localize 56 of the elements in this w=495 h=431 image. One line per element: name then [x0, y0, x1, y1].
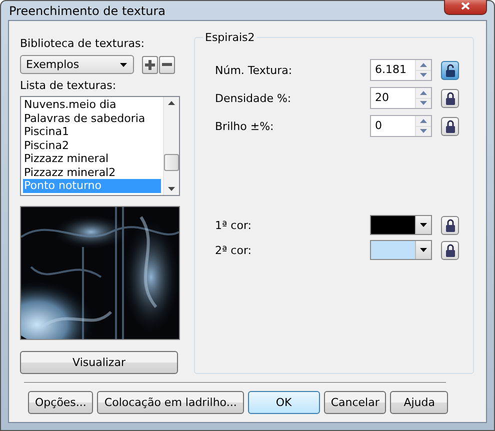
lock-button[interactable]	[441, 88, 459, 108]
lock-button[interactable]	[441, 60, 459, 80]
padlock-icon	[444, 120, 456, 132]
texture-list-item[interactable]: Piscina2	[23, 138, 161, 152]
number-spinner[interactable]: 0	[370, 115, 432, 137]
scroll-down-icon	[168, 187, 175, 191]
library-dropdown[interactable]: Exemplos	[20, 55, 134, 74]
add-button[interactable]	[142, 56, 158, 74]
texture-list-item[interactable]: Nuvens.meio dia	[23, 98, 161, 112]
color-picker[interactable]	[370, 215, 432, 235]
caret-icon	[120, 62, 127, 66]
color-picker[interactable]	[370, 240, 432, 260]
dialog-button[interactable]: Opções...	[28, 391, 94, 414]
spin-up-icon	[420, 90, 427, 95]
lock-button[interactable]	[441, 116, 459, 136]
dialog-button[interactable]: Ajuda	[390, 391, 448, 414]
preview-button[interactable]: Visualizar	[20, 351, 178, 374]
field-label: Brilho ±%:	[215, 120, 275, 132]
texture-list-label: Lista de texturas:	[20, 79, 118, 93]
caret-icon	[420, 248, 427, 252]
library-label: Biblioteca de texturas:	[20, 37, 146, 51]
minus-icon	[162, 63, 172, 66]
scroll-up-icon	[168, 101, 175, 105]
plus-icon	[145, 60, 155, 70]
dialog-button[interactable]: Colocação em ladrilho...	[97, 391, 244, 414]
close-button[interactable]	[444, 0, 487, 15]
field-label: Núm. Textura:	[215, 64, 294, 76]
window-title: Preenchimento de textura	[8, 4, 166, 18]
group-title: Espirais2	[204, 31, 256, 44]
padlock-icon	[444, 92, 456, 104]
padlock-icon	[444, 244, 456, 256]
dialog-button[interactable]: OK	[248, 391, 320, 414]
field-label: Densidade %:	[215, 92, 292, 104]
scrollbar[interactable]	[163, 97, 179, 195]
caret-icon	[420, 223, 427, 227]
number-spinner[interactable]: 6.181	[370, 59, 432, 81]
texture-list-item[interactable]: Palavras de sabedoria	[23, 112, 161, 125]
close-icon	[461, 2, 470, 10]
texture-list-item[interactable]: Pizzazz mineral	[23, 152, 161, 166]
padlock-icon	[444, 218, 456, 232]
number-spinner[interactable]: 20	[370, 87, 432, 109]
spin-up-icon	[420, 118, 427, 123]
spin-down-icon	[420, 101, 427, 106]
scroll-thumb[interactable]	[164, 154, 179, 171]
spin-down-icon	[420, 73, 427, 78]
dialog-button[interactable]: Cancelar	[324, 391, 386, 414]
lock-button[interactable]	[441, 216, 459, 234]
spin-down-icon	[420, 129, 427, 134]
spin-up-icon	[420, 62, 427, 67]
color-label: 1ª cor:	[215, 218, 252, 232]
color-label: 2ª cor:	[215, 244, 252, 256]
texture-list-item[interactable]: Pizzazz mineral2	[23, 166, 161, 179]
padlock-icon	[444, 64, 456, 76]
remove-button[interactable]	[159, 56, 175, 74]
texture-list-item[interactable]: Piscina1	[23, 125, 161, 138]
lock-button[interactable]	[441, 240, 459, 260]
